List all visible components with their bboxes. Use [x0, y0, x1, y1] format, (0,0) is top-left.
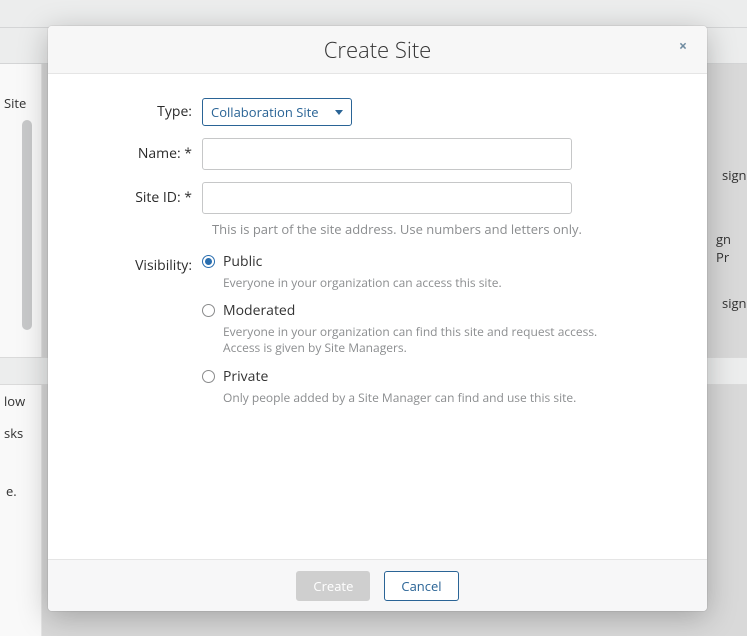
dialog-title: Create Site — [324, 35, 432, 65]
bg-text-low: low — [4, 392, 25, 410]
siteid-required: * — [184, 188, 192, 207]
radio-public[interactable] — [202, 255, 215, 268]
bg-scrollbar — [22, 120, 32, 330]
cancel-button[interactable]: Cancel — [384, 571, 458, 601]
bg-left-panel — [0, 64, 42, 636]
siteid-help: This is part of the site address. Use nu… — [212, 220, 671, 238]
name-input[interactable] — [202, 138, 572, 170]
name-required: * — [184, 144, 192, 163]
radio-private-label: Private — [223, 367, 268, 386]
bg-text-sks: sks — [4, 424, 23, 442]
bg-text-site: Site — [4, 94, 26, 112]
dialog-footer: Create Cancel — [48, 559, 707, 611]
row-visibility: Visibility: Public Everyone in your orga… — [84, 252, 671, 416]
type-select[interactable]: Collaboration Site — [202, 98, 352, 126]
row-name: Name: * — [84, 138, 671, 170]
radio-moderated-desc: Everyone in your organization can find t… — [223, 324, 623, 356]
radio-public-desc: Everyone in your organization can access… — [223, 275, 623, 291]
create-site-dialog: Create Site × Type: Collaboration Site N… — [48, 26, 707, 611]
row-type: Type: Collaboration Site — [84, 98, 671, 126]
chevron-down-icon — [335, 110, 343, 115]
name-label-text: Name: — [138, 144, 181, 163]
radio-public-label: Public — [223, 252, 262, 271]
siteid-input[interactable] — [202, 182, 572, 214]
radio-private-desc: Only people added by a Site Manager can … — [223, 390, 623, 406]
dialog-header: Create Site × — [48, 26, 707, 74]
bg-text-e: e. — [6, 482, 17, 500]
visibility-option-moderated[interactable]: Moderated — [202, 301, 671, 320]
row-siteid: Site ID: * — [84, 182, 671, 214]
radio-moderated-label: Moderated — [223, 301, 295, 320]
name-label: Name: * — [84, 138, 202, 163]
visibility-label: Visibility: — [84, 252, 202, 275]
dialog-body: Type: Collaboration Site Name: * Site ID… — [48, 74, 707, 559]
create-button[interactable]: Create — [296, 571, 370, 601]
radio-private[interactable] — [202, 370, 215, 383]
visibility-option-private[interactable]: Private — [202, 367, 671, 386]
siteid-label: Site ID: * — [84, 182, 202, 207]
bg-text-sign2: sign — [722, 294, 747, 312]
close-icon[interactable]: × — [679, 40, 693, 54]
bg-text-gnpr: gn Pr — [716, 230, 747, 266]
bg-strip-top — [0, 0, 747, 28]
bg-text-sign: sign — [722, 166, 747, 184]
type-label: Type: — [84, 98, 202, 121]
siteid-label-text: Site ID: — [135, 188, 180, 207]
type-select-value: Collaboration Site — [211, 103, 319, 121]
radio-moderated[interactable] — [202, 304, 215, 317]
visibility-option-public[interactable]: Public — [202, 252, 671, 271]
